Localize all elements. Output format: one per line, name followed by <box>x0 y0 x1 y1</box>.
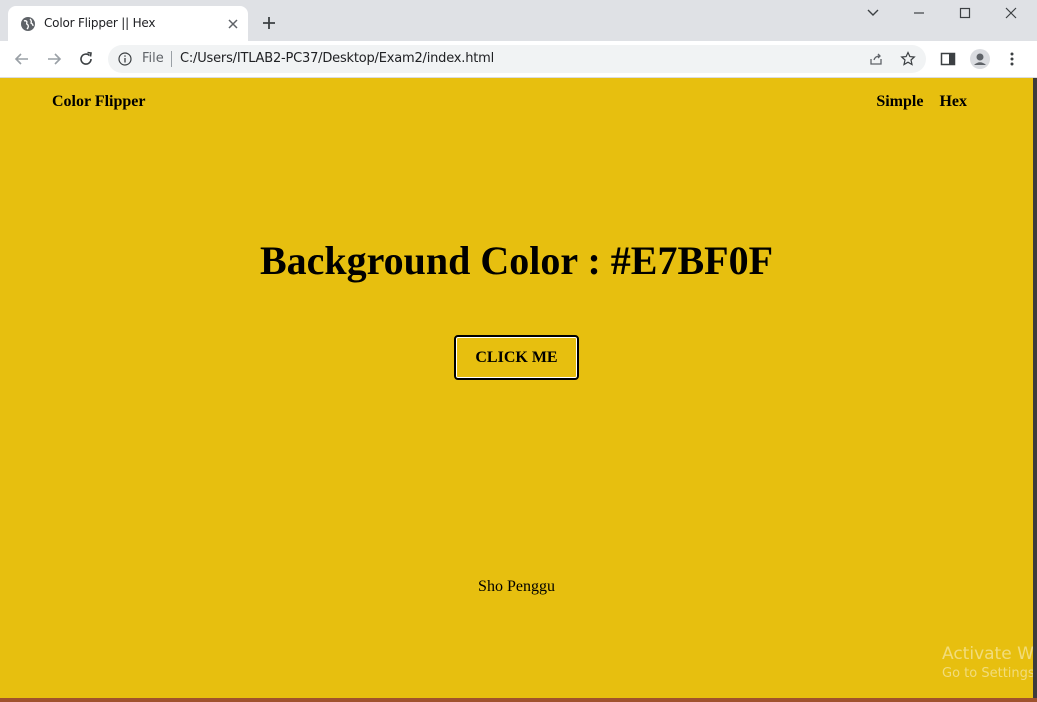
url-scheme-label: File <box>142 51 164 66</box>
bookmark-star-icon[interactable] <box>900 51 916 67</box>
url-text[interactable]: C:/Users/ITLAB2-PC37/Desktop/Exam2/index… <box>180 51 494 66</box>
tab-search-chevron-icon[interactable] <box>861 4 885 22</box>
taskbar-edge <box>0 698 1037 702</box>
tab-title: Color Flipper || Hex <box>44 16 156 30</box>
share-icon[interactable] <box>868 51 884 67</box>
heading-label: Background Color : <box>259 238 611 283</box>
profile-avatar-icon[interactable] <box>969 48 991 70</box>
footer-author: Sho Penggu <box>478 578 555 595</box>
top-nav: Simple Hex <box>864 93 967 111</box>
windows-activation-watermark: Activate W Go to Settings <box>942 644 1035 681</box>
url-separator <box>171 51 172 67</box>
tab-strip: Color Flipper || Hex <box>0 0 1037 41</box>
side-panel-icon[interactable] <box>939 50 957 68</box>
color-heading: Background Color : #E7BF0F <box>0 237 1033 284</box>
browser-tab[interactable]: Color Flipper || Hex <box>8 6 248 41</box>
color-value: #E7BF0F <box>610 238 774 283</box>
page-body: Color Flipper Simple Hex Background Colo… <box>0 78 1033 698</box>
close-window-icon[interactable] <box>999 4 1023 22</box>
new-tab-icon[interactable] <box>260 14 278 32</box>
nav-link-simple[interactable]: Simple <box>876 93 923 110</box>
brand-title: Color Flipper <box>52 93 146 110</box>
globe-icon <box>21 17 35 31</box>
back-arrow-icon[interactable] <box>13 50 31 68</box>
reload-icon[interactable] <box>77 50 95 68</box>
info-icon[interactable] <box>118 52 132 66</box>
browser-toolbar: File C:/Users/ITLAB2-PC37/Desktop/Exam2/… <box>0 41 1037 78</box>
maximize-icon[interactable] <box>953 4 977 22</box>
nav-link-hex[interactable]: Hex <box>939 93 967 110</box>
window-right-edge <box>1033 78 1037 698</box>
watermark-line-2: Go to Settings <box>942 666 1035 681</box>
forward-arrow-icon[interactable] <box>45 50 63 68</box>
address-bar[interactable]: File C:/Users/ITLAB2-PC37/Desktop/Exam2/… <box>108 45 926 73</box>
watermark-line-1: Activate W <box>942 644 1034 664</box>
close-tab-icon[interactable] <box>226 17 240 31</box>
click-me-button[interactable]: CLICK ME <box>454 335 579 380</box>
minimize-icon[interactable] <box>907 4 931 22</box>
more-menu-icon[interactable] <box>1003 50 1021 68</box>
